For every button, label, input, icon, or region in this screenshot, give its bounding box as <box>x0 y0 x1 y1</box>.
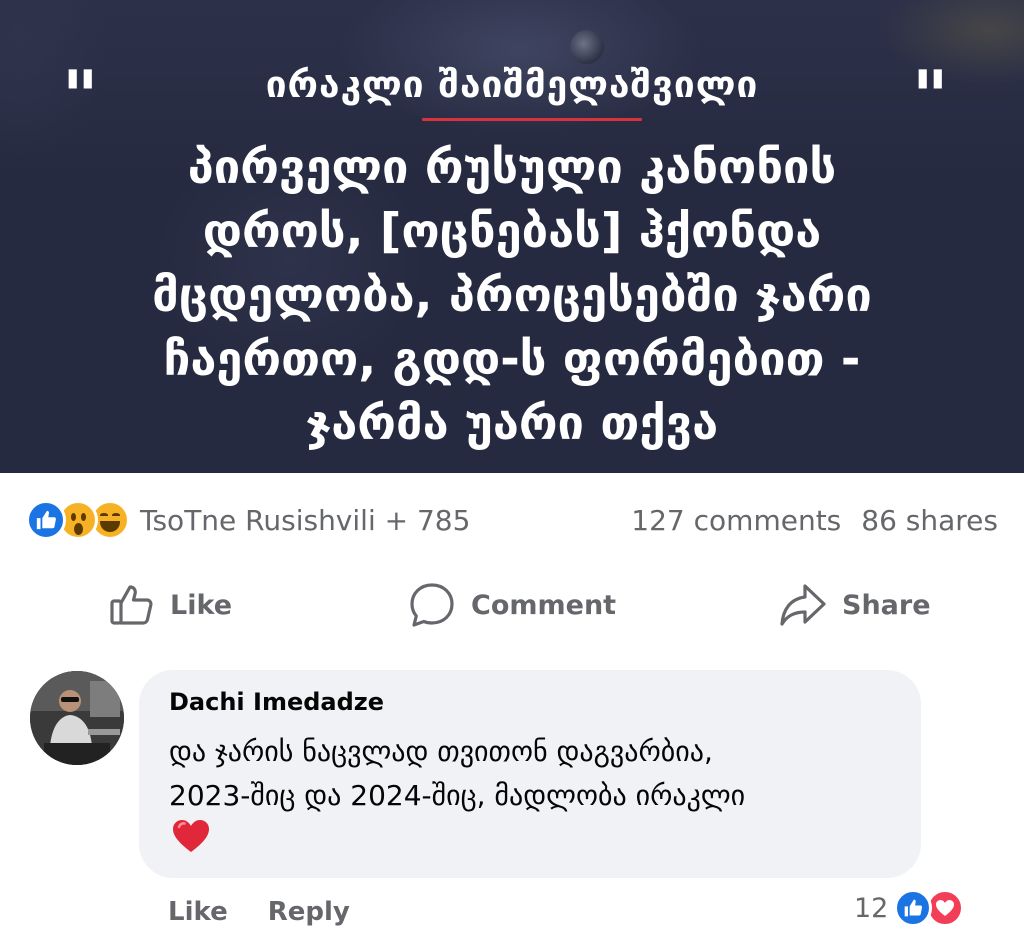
shares-count[interactable]: 86 shares <box>861 504 998 537</box>
quote-text: პირველი რუსული კანონის დროს, [ოცნებას] ჰ… <box>40 136 984 456</box>
comments-count[interactable]: 127 comments <box>631 504 841 537</box>
comment-line: და ჯარის ნაცვლად თვითონ დაგვარბია, <box>169 735 713 768</box>
comment-author[interactable]: Dachi Imedadze <box>169 688 384 716</box>
like-icon <box>26 500 66 540</box>
reactions-summary: TsoTne Rusishvili + 785 127 comments 86 … <box>26 497 998 543</box>
love-icon <box>926 889 965 927</box>
post-image[interactable]: " " ირაკლი შაიშმელაშვილი პირველი რუსული … <box>0 0 1024 473</box>
thumbs-up-icon <box>110 585 153 625</box>
comment-reactions[interactable]: 12 <box>854 886 965 930</box>
share-button[interactable]: Share <box>778 575 931 635</box>
quote-line: პირველი რუსული კანონის <box>187 140 837 195</box>
share-label: Share <box>842 589 931 621</box>
quote-line: ჯარმა უარი თქვა <box>305 396 719 451</box>
like-button[interactable]: Like <box>108 575 232 635</box>
quote-line: ჩაერთო, გდდ-ს ფორმებით - <box>163 332 861 387</box>
comment-bubble: Dachi Imedadze და ჯარის ნაცვლად თვითონ დ… <box>139 670 921 878</box>
quote-line: დროს, [ოცნებას] ჰქონდა <box>202 204 822 259</box>
like-label: Like <box>170 589 233 621</box>
reaction-icons[interactable] <box>26 500 130 540</box>
comment-reply-button[interactable]: Reply <box>268 897 350 927</box>
comment-like-button[interactable]: Like <box>168 897 228 927</box>
commenter-avatar[interactable] <box>30 671 124 765</box>
like-icon <box>894 889 933 927</box>
comment-bubble-icon <box>410 583 454 627</box>
post-action-bar: Like Comment Share <box>0 575 1024 635</box>
comment-reaction-count: 12 <box>854 892 889 924</box>
comment-label: Comment <box>471 589 617 621</box>
share-arrow-icon <box>780 584 826 626</box>
comment-button[interactable]: Comment <box>407 575 616 635</box>
speaker-name: ირაკლი შაიშმელაშვილი <box>265 63 759 106</box>
comment-line: 2023-შიც და 2024-შიც, მადლობა ირაკლი <box>169 779 746 812</box>
comment-text: და ჯარის ნაცვლად თვითონ დაგვარბია, 2023-… <box>169 730 909 818</box>
reactors-names[interactable]: TsoTne Rusishvili + 785 <box>140 504 470 537</box>
quote-line: მცდელობა, პროცესებში ჯარი <box>152 268 872 323</box>
accent-divider <box>422 118 642 121</box>
comment-actions: Like Reply <box>168 890 350 934</box>
red-heart-icon <box>171 818 211 858</box>
engagement-counts: 127 comments 86 shares <box>631 504 998 537</box>
